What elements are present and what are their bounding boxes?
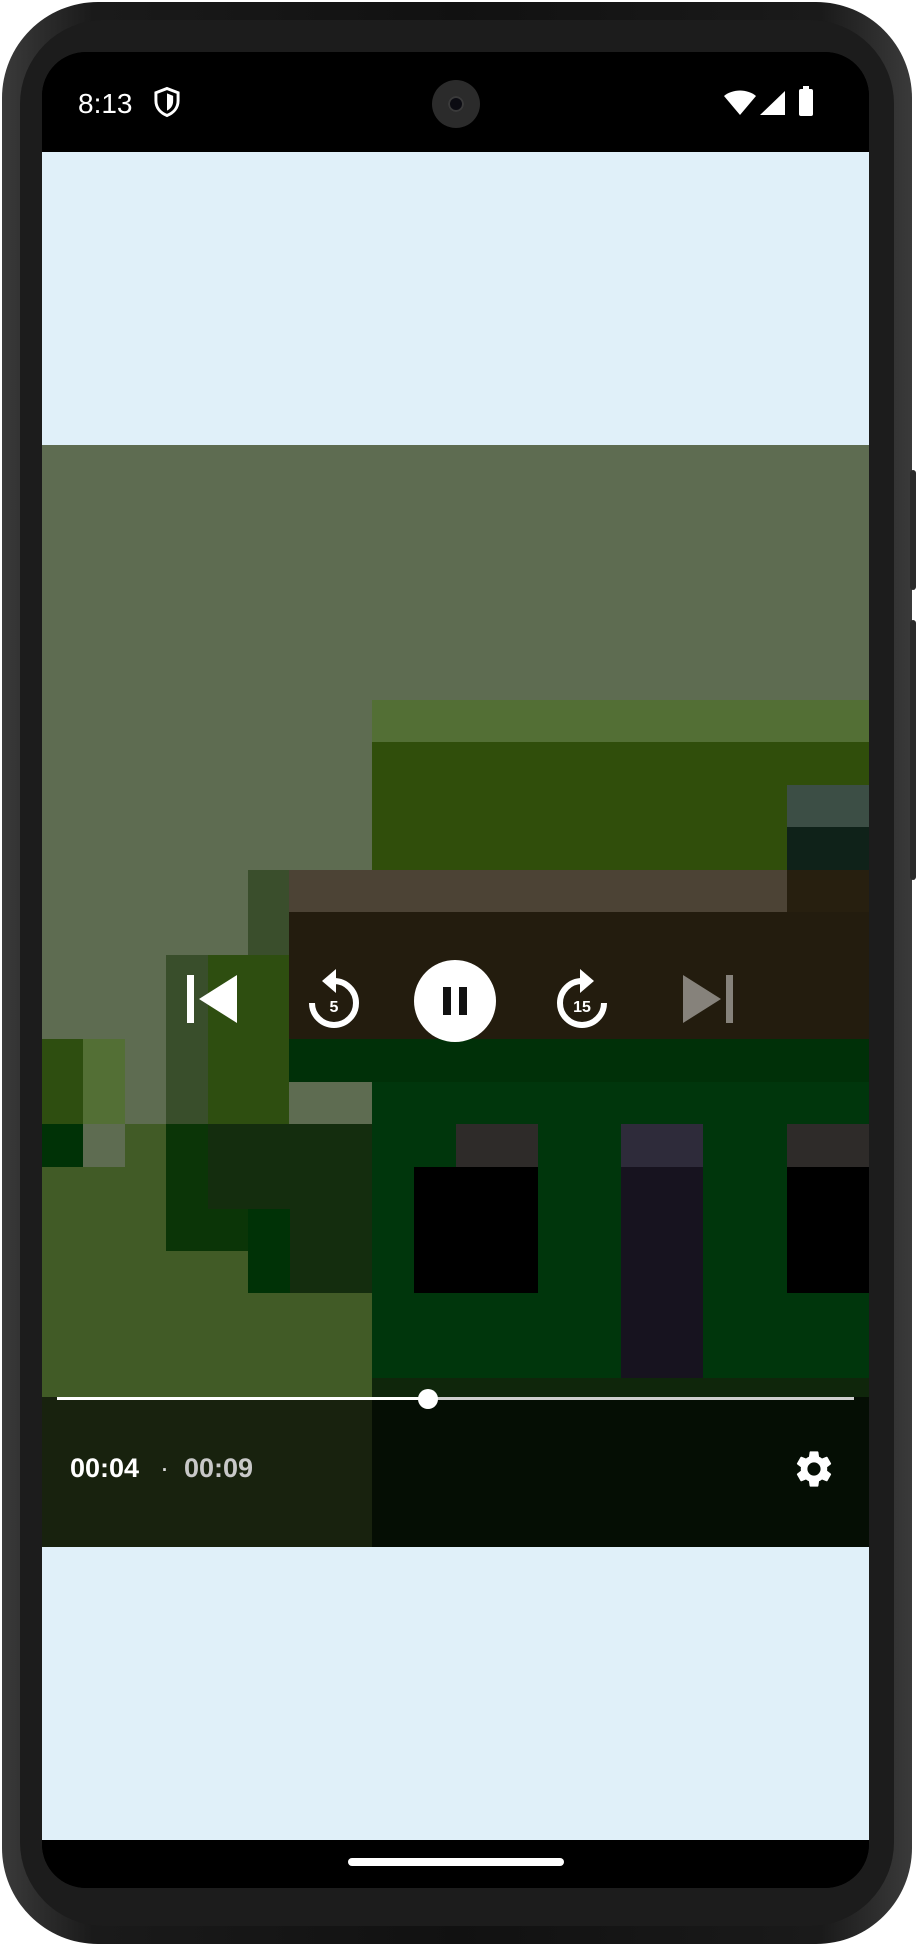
- previous-button[interactable]: [172, 959, 252, 1039]
- status-bar: 8:13: [42, 52, 869, 152]
- rewind-seconds-label: 5: [330, 999, 339, 1016]
- bottom-control-bar: 00:04 · 00:09: [42, 1389, 869, 1547]
- forward-seconds-label: 15: [573, 999, 591, 1016]
- home-gesture-handle[interactable]: [348, 1858, 564, 1866]
- seek-bar-thumb[interactable]: [418, 1389, 438, 1409]
- front-camera: [432, 80, 480, 128]
- replay-5-icon: 5: [309, 969, 359, 1028]
- seek-bar[interactable]: [57, 1389, 854, 1409]
- navigation-bar: [42, 1840, 869, 1888]
- forward-15-icon: 15: [557, 969, 607, 1028]
- signal-icon: [760, 91, 785, 115]
- rewind-button[interactable]: 5: [294, 959, 374, 1039]
- next-button[interactable]: [668, 959, 748, 1039]
- seek-bar-progress: [57, 1397, 428, 1400]
- play-pause-button[interactable]: [413, 959, 497, 1043]
- wifi-icon: [724, 90, 756, 115]
- shield-icon: [154, 86, 180, 118]
- device-screen: 8:13 5 15 00:04 · 00:09: [42, 52, 869, 1888]
- status-time: 8:13: [78, 88, 133, 119]
- pause-icon: [414, 960, 496, 1042]
- battery-icon: [799, 86, 813, 116]
- power-button: [910, 470, 916, 590]
- video-player[interactable]: 5 15 00:04 · 00:09: [42, 445, 869, 1547]
- skip-next-icon: [683, 975, 733, 1023]
- skip-previous-icon: [187, 975, 237, 1023]
- forward-button[interactable]: 15: [542, 959, 622, 1039]
- time-separator: ·: [160, 1453, 169, 1483]
- current-position: 00:04: [70, 1453, 140, 1483]
- volume-button: [910, 620, 916, 880]
- settings-gear-icon[interactable]: [792, 1447, 836, 1491]
- duration: 00:09: [184, 1453, 254, 1483]
